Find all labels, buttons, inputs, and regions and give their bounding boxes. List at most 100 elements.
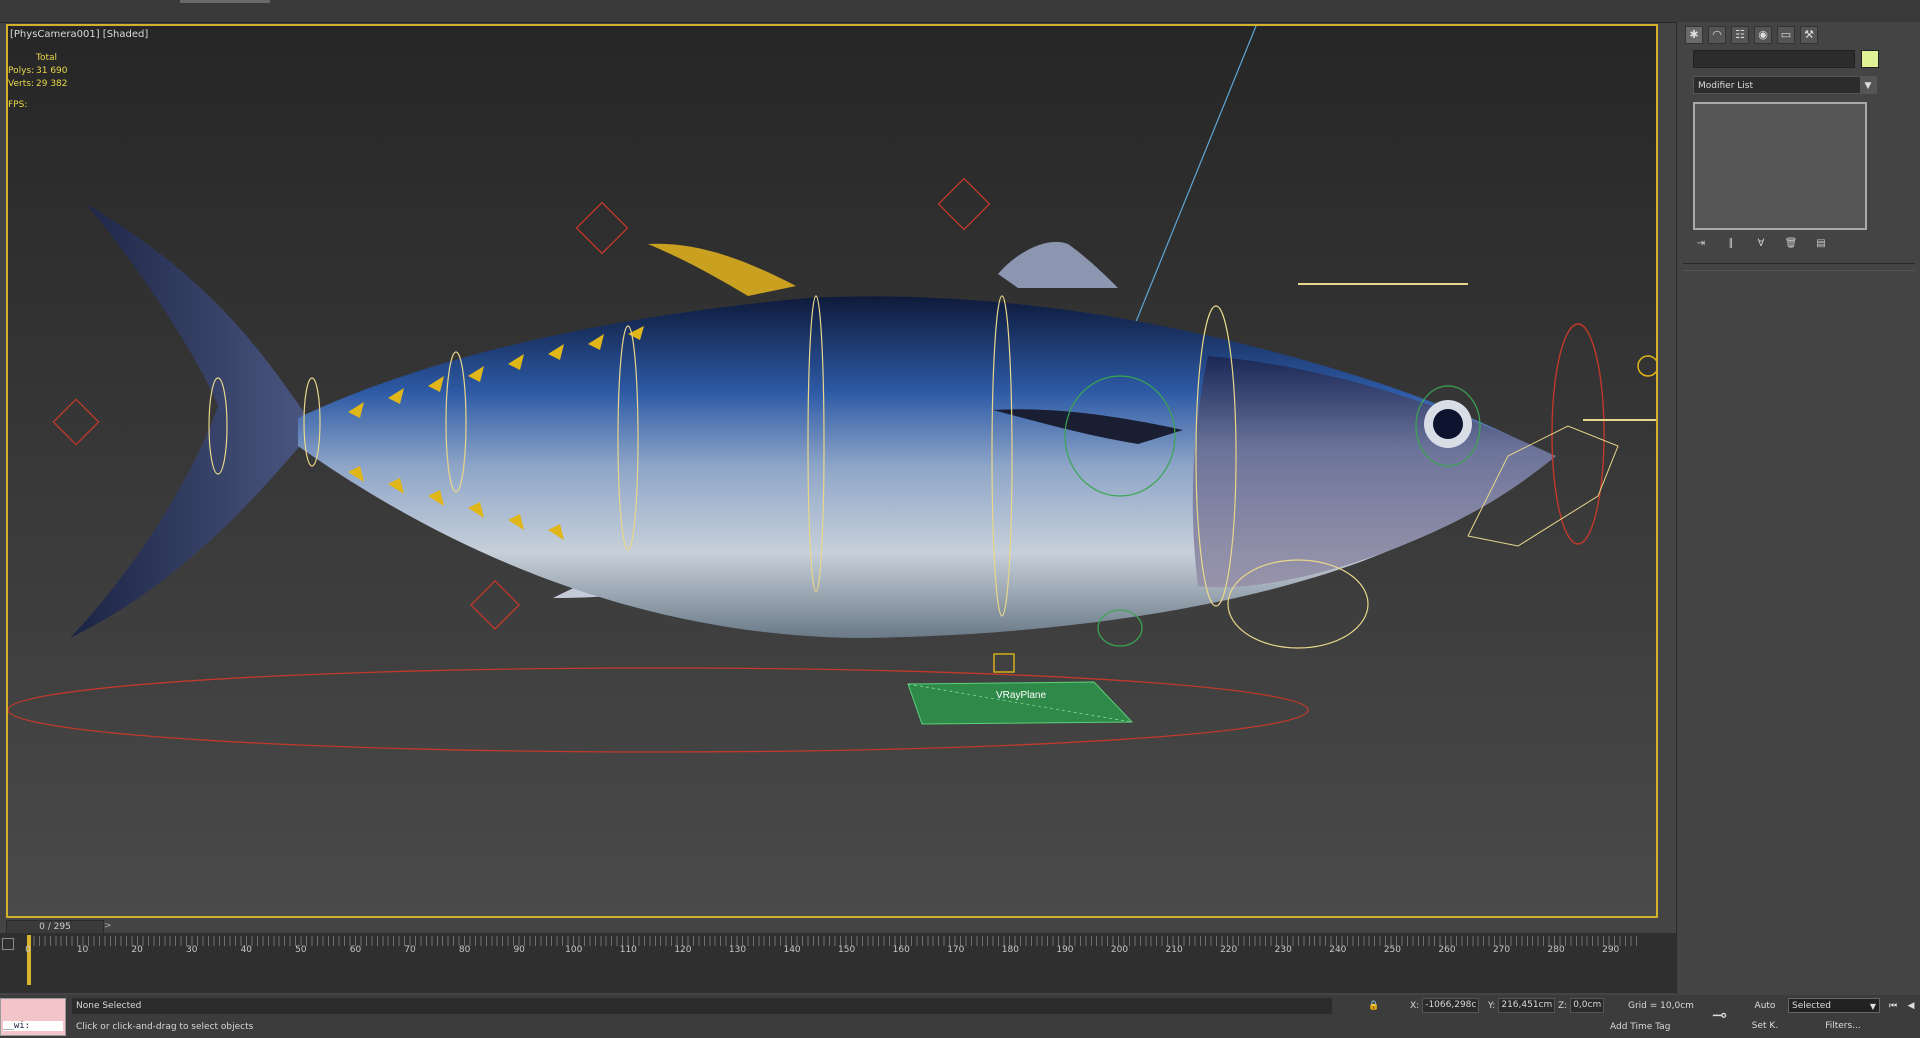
timeline-tick-label: 100 [565,945,583,955]
set-key-button[interactable]: Set K. [1748,1018,1782,1034]
timeline-tick-label: 240 [1329,945,1347,955]
timeline-tick-label: 260 [1438,945,1456,955]
viewport-perspective[interactable]: [PhysCamera001] [Shaded] Total Polys: 31 … [6,24,1658,918]
timeline-tick-label: 210 [1165,945,1183,955]
object-name-field[interactable] [1693,50,1855,68]
vrayplane-pivot[interactable] [993,653,1015,673]
coord-z[interactable]: Z: 0,0cm [1558,998,1605,1014]
command-panel: ✱ ◠ ☷ ◉ ▭ ⚒ Modifier List ▼ ⇥ ∥ ∀ 🗑 ▤ [1676,22,1920,994]
time-slider-handle[interactable] [27,935,31,985]
divider [1683,270,1915,271]
timeline-tick-label: 40 [240,945,253,955]
helper-diamond[interactable] [575,201,629,255]
timeline-tick-label: 20 [131,945,143,955]
next-frame-arrow-icon[interactable]: > [104,920,112,932]
scene-render[interactable]: VRayPlane [8,26,1658,918]
timeline-tick-label: 180 [1001,945,1019,955]
pin-stack-icon[interactable]: ⇥ [1693,237,1709,251]
coord-y-field[interactable]: 216,451cm [1498,998,1556,1013]
fish-tail[interactable] [70,204,308,638]
auto-key-button[interactable]: Auto [1748,998,1782,1014]
stack-toolbar: ⇥ ∥ ∀ 🗑 ▤ [1693,237,1829,251]
coord-x-label: X: [1410,1001,1420,1011]
show-end-result-icon[interactable]: ∥ [1723,237,1739,251]
lock-selection-icon[interactable]: 🔒 [1368,998,1379,1014]
coord-z-field[interactable]: 0,0cm [1570,998,1605,1013]
maxscript-listener[interactable]: __wi: [0,998,66,1036]
display-icon[interactable]: ▭ [1777,26,1795,44]
camera-target-line [1117,26,1257,367]
timeline-tick-label: 50 [295,945,307,955]
timeline-tick-label: 70 [404,945,416,955]
timeline-tick-label: 110 [619,945,637,955]
ribbon-tab-hint [180,0,270,3]
chevron-down-icon: ▼ [1860,77,1876,93]
helper-diamond[interactable] [52,398,100,446]
fish-pupil [1433,409,1463,439]
coord-x-field[interactable]: -1066,298c [1422,998,1480,1013]
timeline-tick-label: 250 [1383,945,1401,955]
add-time-tag[interactable]: Add Time Tag [1610,1019,1670,1035]
timeline-tick-label: 130 [728,945,747,955]
coord-z-label: Z: [1558,1001,1568,1011]
prompt-line: Click or click-and-drag to select object… [76,1022,254,1032]
chevron-down-icon: ▼ [1869,1002,1876,1011]
vrayplane-object[interactable] [907,681,1134,725]
command-panel-tabs: ✱ ◠ ☷ ◉ ▭ ⚒ [1685,26,1818,44]
fish-head[interactable] [1192,356,1556,588]
timeline-tick-label: 80 [458,945,471,955]
utilities-icon[interactable]: ⚒ [1800,26,1818,44]
key-filters-button[interactable]: Filters... [1806,1018,1880,1034]
coord-x[interactable]: X: -1066,298c [1410,998,1480,1014]
make-unique-icon[interactable]: ∀ [1753,237,1769,251]
coord-y[interactable]: Y: 216,451cm [1488,998,1556,1014]
divider [1683,263,1915,264]
time-slider-frame[interactable]: 0 / 295 [6,920,104,934]
timeline-tick-label: 190 [1056,945,1074,955]
helper-diamond[interactable] [470,580,520,630]
timeline-tick-label: 30 [185,945,198,955]
timeline-tick-label: 170 [947,945,965,955]
motion-icon[interactable]: ◉ [1754,26,1772,44]
modifier-list-label: Modifier List [1698,81,1753,91]
grid-size: Grid = 10,0cm [1628,1001,1694,1011]
previous-frame-icon[interactable]: ◀ [1904,999,1918,1013]
top-bar [0,0,1920,23]
coord-y-label: Y: [1488,1001,1496,1011]
track-bar-labels: 0 10 20 30 40 50 60 70 80 90 100 110 120 130 140 150 160… [0,945,1678,959]
create-icon[interactable]: ✱ [1685,26,1703,44]
modify-icon[interactable]: ◠ [1708,26,1726,44]
timeline-tick-label: 220 [1220,945,1238,955]
timeline-tick-label: 10 [76,945,89,955]
remove-modifier-icon[interactable]: 🗑 [1783,237,1799,251]
selection-status: None Selected [72,998,1332,1014]
hierarchy-icon[interactable]: ☷ [1731,26,1749,44]
modifier-stack[interactable] [1693,102,1867,230]
timeline-tick-label: 200 [1110,945,1129,955]
key-filter-value: Selected [1792,1001,1832,1011]
timeline-tick-label: 60 [349,945,362,955]
go-to-start-icon[interactable]: ⏮ [1886,999,1900,1013]
fish-second-dorsal-fin[interactable] [998,241,1118,288]
timeline-tick-label: 230 [1274,945,1292,955]
timeline-tick-label: 140 [783,945,801,955]
modifier-list-dropdown[interactable]: Modifier List ▼ [1693,76,1877,94]
track-bar[interactable]: 0 10 20 30 40 50 60 70 80 90 100 110 120 130 140 150 160… [0,933,1678,993]
object-color-swatch[interactable] [1861,50,1879,68]
mouth-control-ring[interactable] [1551,323,1605,545]
timeline-tick-label: 290 [1602,945,1620,955]
maxscript-input[interactable]: __wi: [3,1021,63,1031]
timeline-tick-label: 270 [1492,945,1511,955]
key-icon[interactable]: ⊸ [1712,1005,1727,1026]
timeline-tick-label: 150 [838,945,856,955]
timeline-tick-label: 120 [674,945,692,955]
key-filter-dropdown[interactable]: Selected ▼ [1788,998,1880,1013]
configure-modifier-sets-icon[interactable]: ▤ [1813,237,1829,251]
vrayplane-label: VRayPlane [996,690,1046,701]
timeline-tick-label: 90 [513,945,525,955]
fish-dorsal-fin[interactable] [648,243,796,296]
light-icon[interactable] [1637,355,1658,377]
timeline-tick-label: 160 [892,945,910,955]
timeline-tick-label: 280 [1547,945,1565,955]
helper-diamond[interactable] [937,177,991,231]
